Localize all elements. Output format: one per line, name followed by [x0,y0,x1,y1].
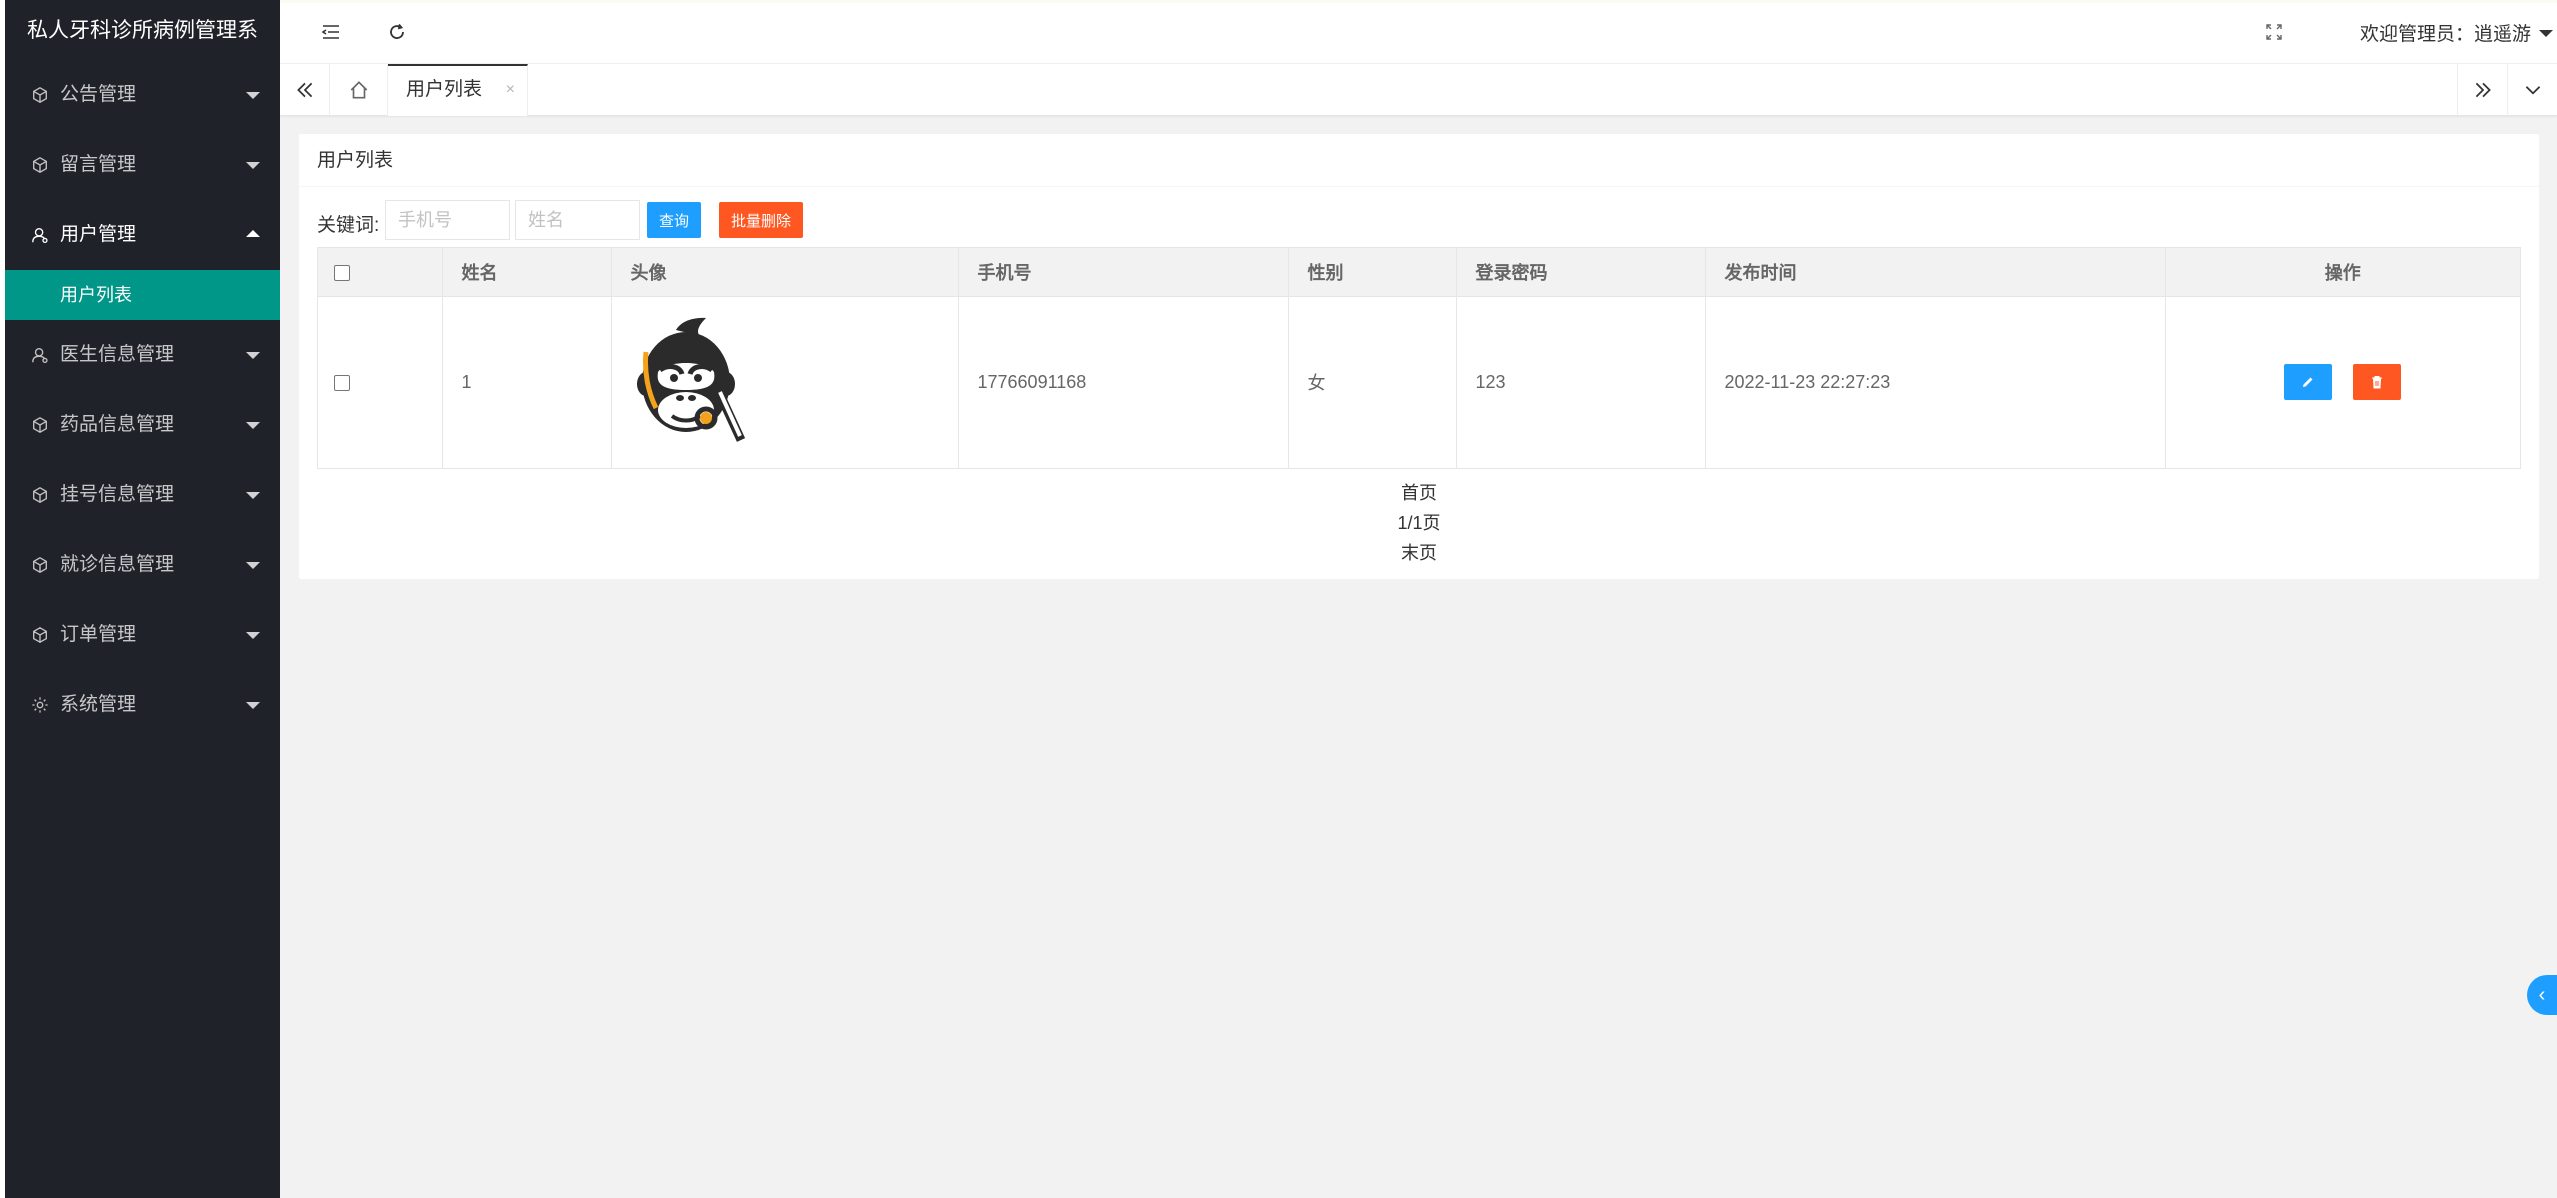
column-header-actions: 操作 [2324,262,2361,283]
table-row: 1 17766091168 女 123 2022-11-23 22:27:23 [318,296,2520,468]
trash-icon [2372,376,2383,389]
sidebar-item-messages[interactable]: 留言管理 [5,130,280,200]
page-info: 1/1页 [1397,513,1441,533]
column-header-name: 姓名 [442,248,612,296]
chevron-down-icon [246,162,260,169]
column-header-phone: 手机号 [958,248,1289,296]
user-icon [29,320,51,390]
cell-avatar [611,296,959,468]
tab-bar: 用户列表 × [280,64,2557,116]
sidebar-item-label: 医生信息管理 [60,344,175,365]
sidebar-item-announcements[interactable]: 公告管理 [5,60,280,130]
delete-button[interactable] [2353,364,2402,401]
sidebar-item-label: 挂号信息管理 [60,484,175,505]
admin-welcome-text: 欢迎管理员：逍遥游 [2359,24,2531,45]
sidebar-item-label: 留言管理 [60,154,137,175]
sidebar-item-label: 订单管理 [60,624,137,645]
batch-delete-button[interactable]: 批量删除 [719,202,803,238]
column-header-gender: 性别 [1288,248,1457,296]
row-checkbox-cell [318,296,443,468]
cube-icon [29,390,51,460]
chevron-down-icon [246,352,260,359]
cube-icon [29,530,51,600]
user-list-card: 用户列表 关键词: 查询 批量删除 姓名 头像 手机号 性别 [299,134,2539,579]
cell-published: 2022-11-23 22:27:23 [1705,296,2166,468]
gear-icon [29,670,51,740]
app-title: 私人牙科诊所病例管理系 [5,0,280,60]
tabs-scroll-left-icon[interactable] [280,64,330,116]
sidebar-item-visits[interactable]: 就诊信息管理 [5,530,280,600]
select-all-checkbox-cell [318,248,443,296]
column-header-published: 发布时间 [1705,248,2166,296]
cell-name: 1 [442,296,612,468]
user-table: 姓名 头像 手机号 性别 登录密码 发布时间 操作 1 17766091168 … [317,247,2521,469]
name-search-input[interactable] [515,200,640,240]
chevron-down-icon [246,92,260,99]
sidebar-item-medicines[interactable]: 药品信息管理 [5,390,280,460]
cell-gender: 女 [1288,296,1457,468]
cube-icon [29,460,51,530]
menu-collapse-icon[interactable] [316,17,346,47]
column-header-password: 登录密码 [1456,248,1706,296]
cell-password: 123 [1456,296,1706,468]
chevron-down-icon [246,422,260,429]
chevron-down-icon [246,562,260,569]
chevron-down-icon [246,702,260,709]
phone-search-input[interactable] [385,200,510,240]
sidebar-item-label: 用户管理 [60,224,137,245]
table-header-row: 姓名 头像 手机号 性别 登录密码 发布时间 操作 [318,248,2520,296]
last-page-link[interactable]: 末页 [299,538,2539,568]
cube-icon [29,130,51,200]
tab-user-list[interactable]: 用户列表 × [388,64,528,116]
sidebar-item-orders[interactable]: 订单管理 [5,600,280,670]
chevron-down-icon [2539,30,2553,37]
sidebar-item-system[interactable]: 系统管理 [5,670,280,740]
top-header: 欢迎管理员：逍遥游 [280,0,2557,64]
tab-label: 用户列表 [406,79,483,100]
sidebar-item-label: 就诊信息管理 [60,554,175,575]
cube-icon [29,600,51,670]
sidebar-item-label: 系统管理 [60,694,137,715]
side-panel-toggle-chevron-left-icon[interactable]: ‹ [2527,975,2557,1015]
select-all-checkbox[interactable] [334,264,350,281]
cube-icon [29,60,51,130]
sidebar-subitem-user-list[interactable]: 用户列表 [5,270,280,320]
cell-phone: 17766091168 [958,296,1289,468]
card-title: 用户列表 [299,134,2539,187]
sidebar-item-label: 公告管理 [60,84,137,105]
tabs-menu-chevron-down-icon[interactable] [2507,64,2557,116]
user-icon [29,200,51,270]
admin-welcome-menu[interactable]: 欢迎管理员：逍遥游 [2360,19,2557,46]
sidebar-item-users[interactable]: 用户管理 [5,200,280,270]
refresh-icon[interactable] [382,17,412,47]
fullscreen-icon[interactable] [2259,17,2289,47]
chevron-up-icon [246,230,260,237]
home-icon[interactable] [330,64,388,116]
chevron-down-icon [246,632,260,639]
sidebar-subitem-label: 用户列表 [60,285,132,305]
sidebar-item-label: 药品信息管理 [60,414,175,435]
cell-actions [2165,296,2520,468]
close-icon[interactable]: × [506,66,515,114]
chevron-down-icon [246,492,260,499]
column-header-avatar: 头像 [611,248,959,296]
pagination: 首页 1/1页 末页 [299,478,2539,568]
keyword-label: 关键词: [317,215,380,236]
query-button[interactable]: 查询 [647,202,701,238]
first-page-link[interactable]: 首页 [299,478,2539,508]
edit-button[interactable] [2284,364,2333,401]
sidebar-item-registrations[interactable]: 挂号信息管理 [5,460,280,530]
pencil-icon [2303,377,2313,388]
sidebar-item-doctors[interactable]: 医生信息管理 [5,320,280,390]
gorilla-avatar [636,318,745,443]
row-checkbox[interactable] [334,375,350,391]
sidebar: 私人牙科诊所病例管理系 公告管理 留言管理 用户管理 用户列表 医生信息管理 药… [5,0,280,1198]
tabs-scroll-right-icon[interactable] [2457,64,2507,116]
